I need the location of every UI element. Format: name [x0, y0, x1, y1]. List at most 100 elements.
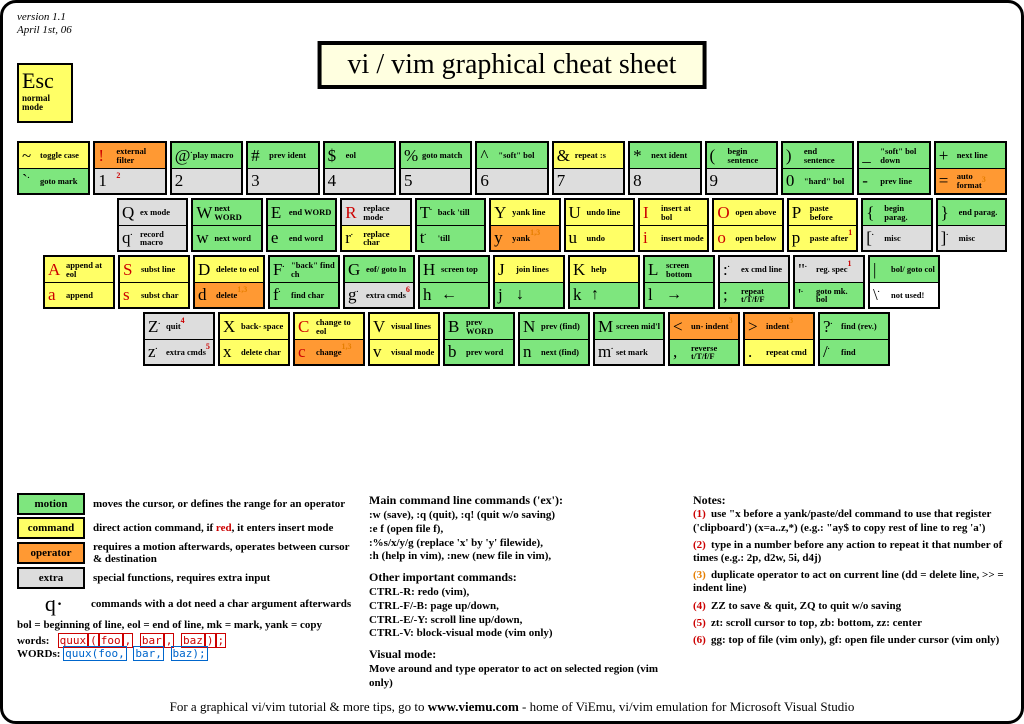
key-half: ]misc: [938, 225, 1005, 250]
key-half: F"back" find ch: [270, 257, 338, 282]
version: version 1.1April 1st, 06: [17, 11, 1007, 37]
key-half: xdelete char: [220, 339, 288, 364]
key-half: ppaste after1: [789, 225, 856, 250]
key-half: +next line: [936, 143, 1005, 168]
key-half: wnext word: [193, 225, 260, 250]
key-half: Hscreen top: [420, 257, 488, 282]
key-half: Wnext WORD: [193, 200, 260, 225]
key-half: 7: [554, 168, 623, 193]
key-half: Ppaste before: [789, 200, 856, 225]
key-half: Eend WORD: [268, 200, 335, 225]
key-half: !external filter: [95, 143, 164, 168]
key: Qex modeqrecord macro: [117, 198, 188, 252]
key-half: $eol: [325, 143, 394, 168]
key: ?find (rev.)/find: [818, 312, 890, 366]
key-half: /find: [820, 339, 888, 364]
key-half: @play macro: [172, 143, 241, 168]
key-half: zextra cmds5: [145, 339, 213, 364]
key-half: Yyank line: [491, 200, 558, 225]
key-half: Zquit4: [145, 314, 213, 339]
key: ^"soft" bol6: [475, 141, 548, 195]
key-half: ,reverse t/T/f/F: [670, 339, 738, 364]
key: Oopen aboveoopen below: [712, 198, 783, 252]
key-half: 'goto mk. bol: [795, 282, 863, 307]
key: Eend WORDeend word: [266, 198, 337, 252]
key-half: 2: [172, 168, 241, 193]
key-half: Oopen above: [714, 200, 781, 225]
key-half: Rreplace mode: [342, 200, 409, 225]
key-half: ssubst char: [120, 282, 188, 307]
key: }end parag.]misc: [936, 198, 1007, 252]
key: Khelpk↑: [568, 255, 640, 309]
key: Wnext WORDwnext word: [191, 198, 262, 252]
key: +next line=auto format3: [934, 141, 1007, 195]
key-half: Xback- space: [220, 314, 288, 339]
key-half: Vvisual lines: [370, 314, 438, 339]
key: Iinsert at boliinsert mode: [638, 198, 709, 252]
key-half: Jjoin lines: [495, 257, 563, 282]
key: F"back" find chffind char: [268, 255, 340, 309]
key: Rreplace moderreplace char: [340, 198, 411, 252]
key: Cchange to eolcchange1,3: [293, 312, 365, 366]
key-half: Qex mode: [119, 200, 186, 225]
key-half: %goto match: [401, 143, 470, 168]
key-half: "reg. spec1: [795, 257, 863, 282]
key-half: Nprev (find): [520, 314, 588, 339]
key-half: 9: [707, 168, 776, 193]
key: <un- indent3,reverse t/T/f/F: [668, 312, 740, 366]
key: Nprev (find)nnext (find): [518, 312, 590, 366]
key-half: Cchange to eol: [295, 314, 363, 339]
key: (begin sentence9: [705, 141, 778, 195]
key-half: =auto format3: [936, 168, 1005, 193]
key-half: <un- indent3: [670, 314, 738, 339]
key: *next ident8: [628, 141, 701, 195]
key-half: Mscreen mid'l: [595, 314, 663, 339]
key-half: eend word: [268, 225, 335, 250]
key-half: aappend: [45, 282, 113, 307]
key-half: (begin sentence: [707, 143, 776, 168]
key-half: 0"hard" bol: [783, 168, 852, 193]
key-half: Aappend at eol: [45, 257, 113, 282]
key: {begin parag.[misc: [861, 198, 932, 252]
cheat-sheet: version 1.1April 1st, 06 vi / vim graphi…: [0, 0, 1024, 724]
key-half: ddelete1,3: [195, 282, 263, 307]
key-half: ^"soft" bol: [477, 143, 546, 168]
key-half: 12: [95, 168, 164, 193]
key-half: Ddelete to eol: [195, 257, 263, 282]
key: :ex cmd line;repeat t/T/f/F: [718, 255, 790, 309]
key: Lscreen bottoml→: [643, 255, 715, 309]
key-half: |bol/ goto col: [870, 257, 938, 282]
key-half: :ex cmd line: [720, 257, 788, 282]
key-half: >indent3: [745, 314, 813, 339]
legend: motionmoves the cursor, or defines the r…: [17, 493, 357, 660]
key-half: mset mark: [595, 339, 663, 364]
key-half: ?find (rev.): [820, 314, 888, 339]
key: Vvisual linesvvisual mode: [368, 312, 440, 366]
key: Yyank lineyyank1,3: [489, 198, 560, 252]
key-half: 8: [630, 168, 699, 193]
notes-column: Notes:(1)use "x before a yank/paste/del …: [693, 493, 1011, 651]
key-half: _"soft" bol down: [859, 143, 928, 168]
key: !external filter12: [93, 141, 166, 195]
key-half: \not used!: [870, 282, 938, 307]
key: Xback- spacexdelete char: [218, 312, 290, 366]
key-half: Tback 'till: [417, 200, 484, 225]
key: #prev ident3: [246, 141, 319, 195]
key-half: &repeat :s: [554, 143, 623, 168]
key: Jjoin linesj↓: [493, 255, 565, 309]
key-half: yyank1,3: [491, 225, 558, 250]
key-half: [misc: [863, 225, 930, 250]
key-half: Khelp: [570, 257, 638, 282]
footer: For a graphical vi/vim tutorial & more t…: [3, 699, 1021, 715]
key-half: rreplace char: [342, 225, 409, 250]
key: Zquit4zextra cmds5: [143, 312, 215, 366]
key-half: iinsert mode: [640, 225, 707, 250]
key: Mscreen mid'lmset mark: [593, 312, 665, 366]
key-half: ~toggle case: [19, 143, 88, 168]
key-half: cchange1,3: [295, 339, 363, 364]
key-half: 6: [477, 168, 546, 193]
key-half: t'till: [417, 225, 484, 250]
key-half: 4: [325, 168, 394, 193]
key-half: Geof/ goto ln: [345, 257, 413, 282]
key: Uundo lineuundo: [564, 198, 635, 252]
